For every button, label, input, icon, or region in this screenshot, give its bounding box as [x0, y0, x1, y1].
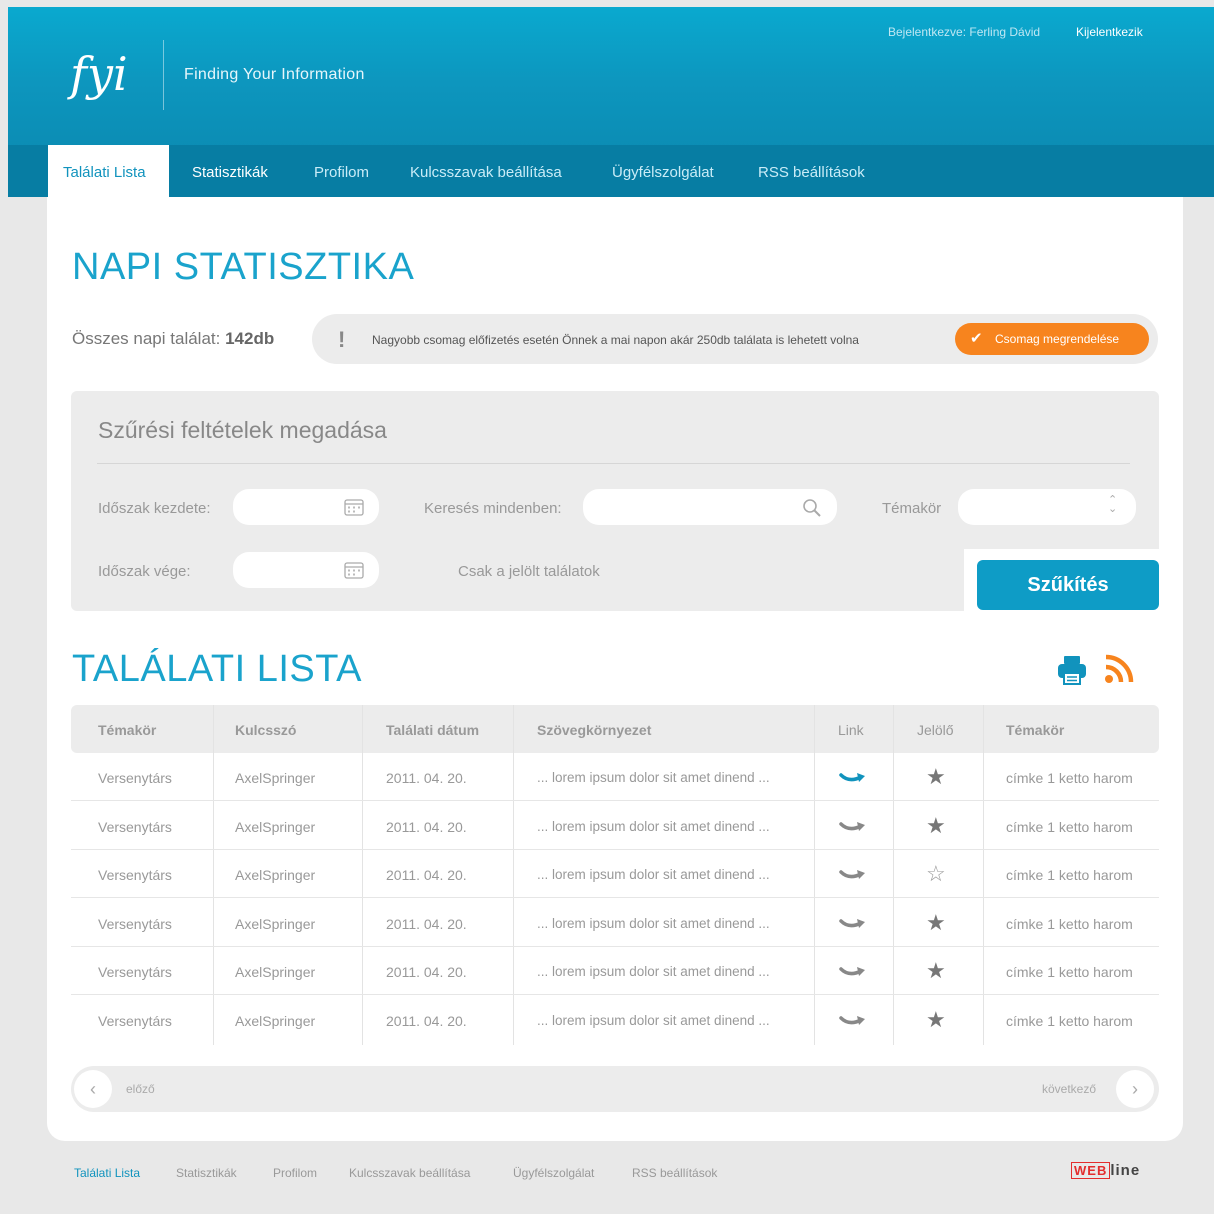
- footer-link-rss[interactable]: RSS beállítások: [632, 1166, 717, 1180]
- rss-icon[interactable]: [1104, 654, 1134, 684]
- webline-logo-mark: WEB: [1071, 1162, 1111, 1179]
- cell-keyword: AxelSpringer: [235, 818, 316, 835]
- narrow-button[interactable]: Szűkítés: [977, 560, 1159, 610]
- webline-logo-text: line: [1110, 1162, 1141, 1179]
- star-icon[interactable]: ★: [926, 1007, 946, 1033]
- cell-context: ... lorem ipsum dolor sit amet dinend ..…: [537, 915, 770, 931]
- cell-keyword: AxelSpringer: [235, 964, 316, 980]
- search-icon[interactable]: [802, 498, 822, 518]
- tab-talalati-lista[interactable]: Találati Lista: [48, 145, 169, 197]
- cell-date: 2011. 04. 20.: [386, 818, 467, 835]
- tagline: Finding Your Information: [184, 66, 365, 83]
- cell-tags: címke 1 ketto harom: [1006, 818, 1133, 835]
- calendar-icon[interactable]: [344, 498, 364, 516]
- col-tags[interactable]: Témakör: [1006, 722, 1064, 738]
- calendar-icon[interactable]: [344, 561, 364, 579]
- next-page-button[interactable]: ›: [1116, 1070, 1154, 1108]
- link-icon[interactable]: [839, 965, 867, 979]
- footer-link-statisztikak[interactable]: Statisztikák: [176, 1166, 237, 1180]
- select-arrows-icon: ⌃ ⌄: [1108, 494, 1118, 515]
- star-icon[interactable]: ★: [926, 813, 946, 839]
- cell-topic: Versenytárs: [98, 1012, 172, 1029]
- star-icon[interactable]: ★: [926, 958, 946, 984]
- tab-rss[interactable]: RSS beállítások: [743, 145, 880, 197]
- col-date[interactable]: Találati dátum: [386, 722, 479, 738]
- cell-date: 2011. 04. 20.: [386, 964, 467, 980]
- col-keyword[interactable]: Kulcsszó: [235, 722, 296, 738]
- col-context[interactable]: Szövegkörnyezet: [537, 722, 651, 738]
- order-package-button[interactable]: Csomag megrendelése: [955, 323, 1149, 355]
- col-topic[interactable]: Témakör: [98, 722, 156, 738]
- next-page-label[interactable]: következő: [1042, 1082, 1096, 1096]
- login-status: Bejelentkezve: Ferling Dávid: [888, 25, 1041, 39]
- search-input[interactable]: [583, 489, 837, 525]
- cell-date: 2011. 04. 20.: [386, 770, 467, 786]
- logo-separator: [163, 40, 164, 110]
- daily-total-value: 142db: [225, 329, 275, 348]
- tab-statisztikak[interactable]: Statisztikák: [177, 145, 283, 197]
- tab-profilom[interactable]: Profilom: [299, 145, 384, 197]
- exclamation-icon: !: [338, 327, 346, 352]
- pager: [71, 1066, 1159, 1112]
- cell-topic: Versenytárs: [98, 915, 172, 932]
- end-date-label: Időszak vége:: [98, 563, 191, 580]
- results-title: TALÁLATI LISTA: [72, 648, 362, 690]
- start-date-label: Időszak kezdete:: [98, 500, 211, 517]
- cell-context: ... lorem ipsum dolor sit amet dinend ..…: [537, 1012, 770, 1028]
- webline-logo[interactable]: WEB line: [1071, 1162, 1140, 1179]
- cell-keyword: AxelSpringer: [235, 915, 316, 932]
- cell-tags: címke 1 ketto harom: [1006, 1012, 1133, 1029]
- col-marker[interactable]: Jelölő: [917, 722, 954, 738]
- prev-page-button[interactable]: ‹: [74, 1070, 112, 1108]
- topic-label: Témakör: [882, 500, 942, 517]
- cell-date: 2011. 04. 20.: [386, 867, 467, 883]
- prev-page-label[interactable]: előző: [126, 1082, 155, 1096]
- check-icon: ✔: [970, 330, 983, 347]
- cell-tags: címke 1 ketto harom: [1006, 964, 1133, 980]
- cell-context: ... lorem ipsum dolor sit amet dinend ..…: [537, 867, 770, 882]
- cell-topic: Versenytárs: [98, 770, 172, 786]
- link-icon[interactable]: [839, 868, 867, 882]
- daily-total-label: Összes napi találat:: [72, 329, 221, 348]
- cell-tags: címke 1 ketto harom: [1006, 915, 1133, 932]
- cell-keyword: AxelSpringer: [235, 1012, 316, 1029]
- col-link[interactable]: Link: [838, 722, 864, 738]
- cell-context: ... lorem ipsum dolor sit amet dinend ..…: [537, 818, 770, 834]
- star-icon[interactable]: ☆: [926, 861, 946, 887]
- cell-keyword: AxelSpringer: [235, 770, 316, 786]
- upgrade-notice-text: Nagyobb csomag előfizetés esetén Önnek a…: [372, 333, 859, 347]
- cell-tags: címke 1 ketto harom: [1006, 770, 1133, 786]
- cell-topic: Versenytárs: [98, 867, 172, 883]
- cell-topic: Versenytárs: [98, 818, 172, 835]
- cell-date: 2011. 04. 20.: [386, 915, 467, 932]
- daily-stats-title: NAPI STATISZTIKA: [72, 246, 415, 288]
- cell-keyword: AxelSpringer: [235, 867, 316, 883]
- footer-link-kulcsszavak[interactable]: Kulcsszavak beállítása: [349, 1166, 470, 1180]
- link-icon[interactable]: [839, 1014, 867, 1028]
- daily-total: Összes napi találat: 142db: [72, 329, 274, 349]
- fyi-logo[interactable]: fyi: [70, 34, 150, 114]
- only-marked-checkbox[interactable]: Csak a jelölt találatok: [458, 563, 600, 580]
- search-label: Keresés mindenben:: [424, 500, 562, 517]
- tab-ugyfelszolgalat[interactable]: Ügyfélszolgálat: [597, 145, 729, 197]
- logout-link[interactable]: Kijelentkezik: [1076, 25, 1143, 39]
- print-icon[interactable]: [1056, 654, 1088, 686]
- star-icon[interactable]: ★: [926, 910, 946, 936]
- cell-tags: címke 1 ketto harom: [1006, 867, 1133, 883]
- cell-context: ... lorem ipsum dolor sit amet dinend ..…: [537, 770, 770, 785]
- footer-link-ugyfelszolgalat[interactable]: Ügyfélszolgálat: [513, 1166, 594, 1180]
- filter-title: Szűrési feltételek megadása: [98, 417, 387, 443]
- link-icon[interactable]: [839, 820, 867, 834]
- footer-link-talalati-lista[interactable]: Találati Lista: [74, 1166, 140, 1180]
- tab-kulcsszavak[interactable]: Kulcsszavak beállítása: [395, 145, 577, 197]
- cell-topic: Versenytárs: [98, 964, 172, 980]
- filter-divider: [97, 463, 1130, 464]
- cell-context: ... lorem ipsum dolor sit amet dinend ..…: [537, 964, 770, 979]
- star-icon[interactable]: ★: [926, 764, 946, 790]
- link-icon[interactable]: [839, 771, 867, 785]
- link-icon[interactable]: [839, 917, 867, 931]
- footer-link-profilom[interactable]: Profilom: [273, 1166, 317, 1180]
- cell-date: 2011. 04. 20.: [386, 1012, 467, 1029]
